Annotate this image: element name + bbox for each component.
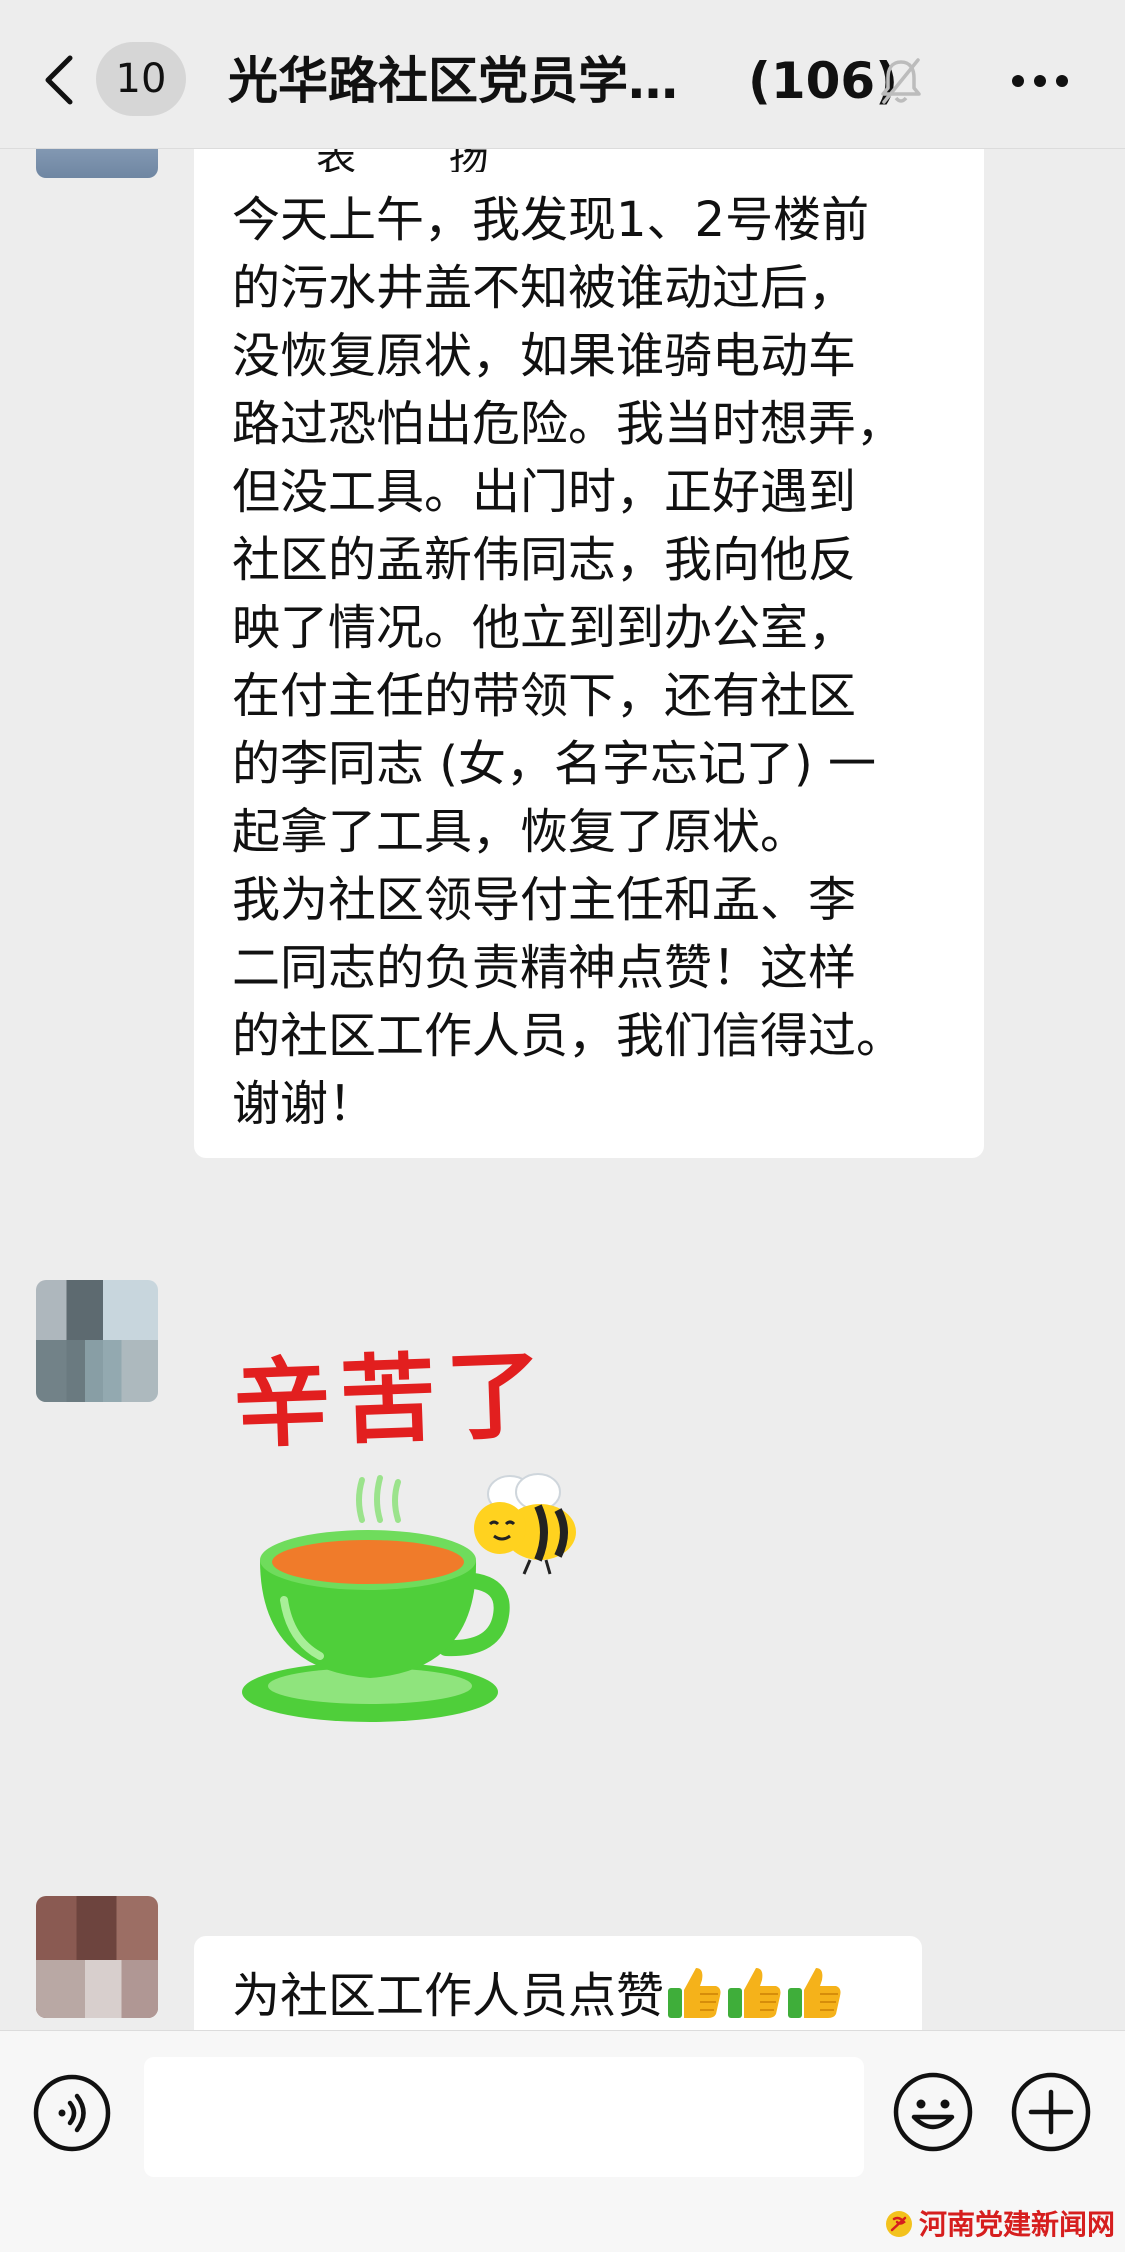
thumbs-up-icon xyxy=(668,1968,721,2018)
chat-header: 10 光华路社区党员学… (106) xyxy=(0,0,1125,149)
back-chevron-icon[interactable] xyxy=(40,52,80,108)
message-line: 在付主任的带领下，还有社区 xyxy=(232,668,857,724)
message-line: 二同志的负责精神点赞！这样 xyxy=(232,940,857,996)
watermark-text: 河南党建新闻网 xyxy=(918,2208,1115,2241)
emoji-icon[interactable] xyxy=(892,2071,974,2153)
message-line: 的李同志 (女，名字忘记了) 一 xyxy=(232,736,876,792)
thumbs-up-icon xyxy=(728,1968,781,2018)
more-options-icon[interactable] xyxy=(1010,66,1070,96)
message-line: 我为社区领导付主任和孟、李 xyxy=(232,872,857,928)
party-emblem-icon xyxy=(885,2211,912,2237)
message-line: 路过恐怕出危险。我当时想弄， xyxy=(232,396,905,452)
mute-bell-icon xyxy=(881,58,921,104)
message-line: 的社区工作人员，我们信得过。 xyxy=(232,1008,905,1064)
plus-icon[interactable] xyxy=(1010,2071,1092,2153)
message-bubble[interactable]: 表 扬 今天上午，我发现1、2号楼前 的污水井盖不知被谁动过后， 没恢复原状，如… xyxy=(194,128,984,1158)
bee-icon xyxy=(474,1473,576,1575)
avatar[interactable] xyxy=(36,1896,158,2018)
sticker-text: 辛苦了 xyxy=(232,1337,554,1462)
message-line: 映了情况。他立到到办公室， xyxy=(232,600,857,656)
unread-count-badge[interactable]: 10 xyxy=(96,42,186,116)
message-line: 社区的孟新伟同志，我向他反 xyxy=(232,532,857,588)
message-text-row: 为社区工作人员点赞 xyxy=(232,1964,844,2028)
message-line: 但没工具。出门时，正好遇到 xyxy=(232,464,857,520)
message-text: 为社区工作人员点赞 xyxy=(232,1968,665,2024)
thumbs-up-icon xyxy=(788,1968,841,2018)
message-line: 今天上午，我发现1、2号楼前 xyxy=(232,192,870,248)
message-input[interactable] xyxy=(144,2057,864,2177)
chat-title[interactable]: 光华路社区党员学… xyxy=(228,46,698,116)
message-line: 没恢复原状，如果谁骑电动车 xyxy=(232,328,857,384)
voice-icon[interactable] xyxy=(32,2073,112,2153)
avatar[interactable] xyxy=(36,1280,158,1402)
sticker-message[interactable]: 辛苦了 xyxy=(220,1337,600,1730)
message-line: 起拿了工具，恢复了原状。 xyxy=(232,804,809,860)
message-line: 谢谢！ xyxy=(232,1076,377,1132)
message-line: 的污水井盖不知被谁动过后， xyxy=(232,260,857,316)
member-count: (106) xyxy=(748,52,899,110)
watermark: 河南党建新闻网 xyxy=(885,2205,1115,2245)
